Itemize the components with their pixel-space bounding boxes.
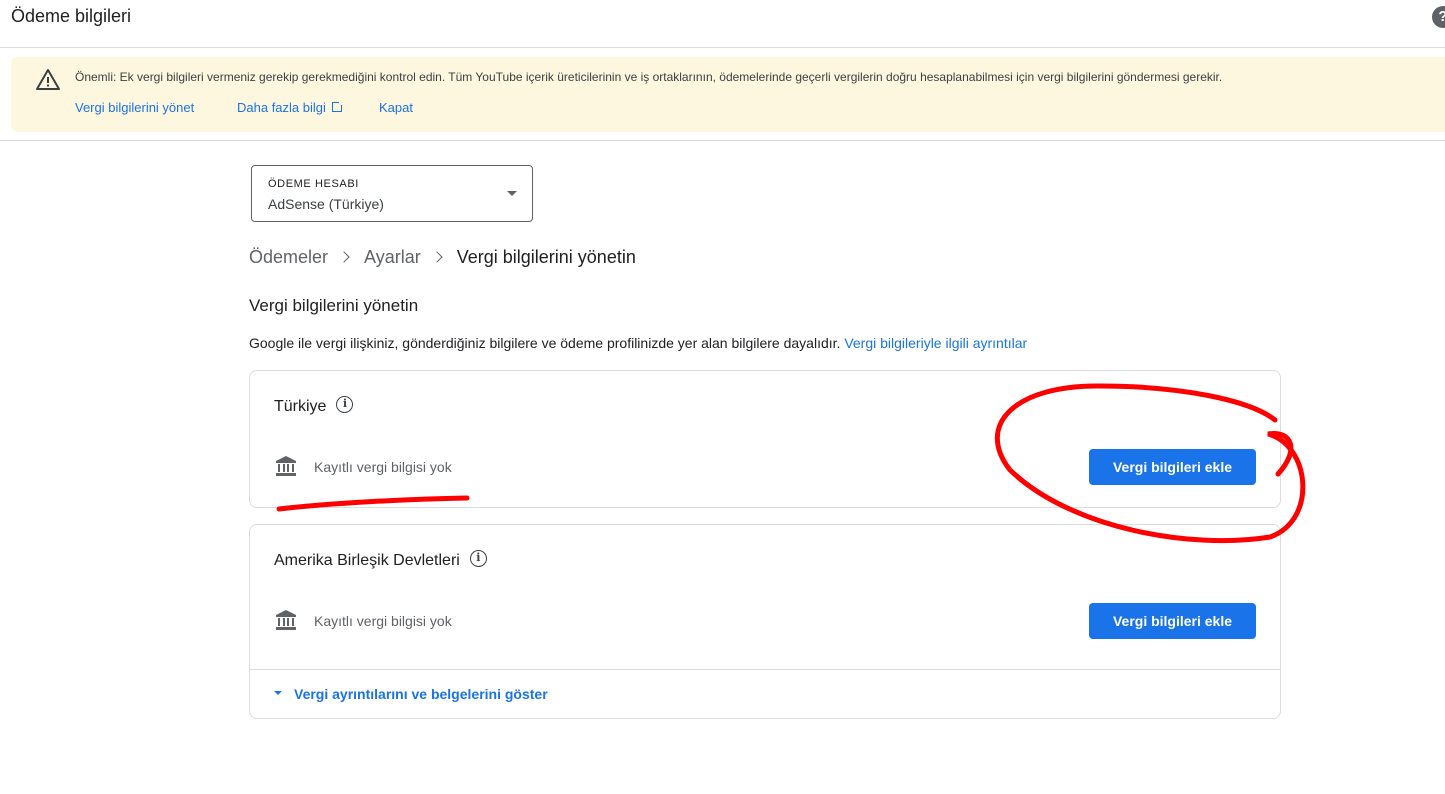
learn-more-link[interactable]: Daha fazla bilgi bbox=[237, 100, 344, 115]
account-value: AdSense (Türkiye) bbox=[268, 196, 384, 212]
tax-status: Kayıtlı vergi bilgisi yok bbox=[314, 613, 452, 629]
tax-status: Kayıtlı vergi bilgisi yok bbox=[314, 459, 452, 475]
show-tax-details-link[interactable]: Vergi ayrıntılarını ve belgelerini göste… bbox=[274, 686, 548, 702]
add-tax-info-button[interactable]: Vergi bilgileri ekle bbox=[1089, 449, 1256, 485]
breadcrumb-settings[interactable]: Ayarlar bbox=[364, 247, 421, 267]
external-link-icon bbox=[331, 100, 344, 112]
page-title: Ödeme bilgileri bbox=[11, 6, 132, 26]
account-label: ÖDEME HESABI bbox=[268, 178, 359, 190]
card-divider bbox=[250, 669, 1280, 670]
payment-account-select[interactable]: ÖDEME HESABI AdSense (Türkiye) bbox=[251, 165, 533, 222]
chevron-right-icon bbox=[338, 251, 350, 263]
bank-icon bbox=[276, 610, 296, 630]
add-tax-info-button[interactable]: Vergi bilgileri ekle bbox=[1089, 603, 1256, 639]
info-icon[interactable]: i bbox=[469, 550, 487, 568]
section-title: Vergi bilgilerini yönetin bbox=[249, 296, 419, 315]
info-icon[interactable]: i bbox=[336, 396, 354, 414]
chevron-down-icon bbox=[507, 191, 517, 196]
chevron-right-icon bbox=[431, 251, 443, 263]
section-description: Google ile vergi ilişkiniz, gönderdiğini… bbox=[249, 335, 1027, 351]
country-title: Türkiye i bbox=[274, 396, 354, 416]
bank-icon bbox=[276, 456, 296, 476]
country-name: Amerika Birleşik Devletleri bbox=[274, 552, 460, 569]
country-name: Türkiye bbox=[274, 398, 327, 415]
warning-icon bbox=[36, 69, 60, 90]
breadcrumb-payments[interactable]: Ödemeler bbox=[249, 247, 328, 267]
breadcrumb: Ödemeler Ayarlar Vergi bilgilerini yönetin bbox=[249, 247, 636, 268]
expand-label: Vergi ayrıntılarını ve belgelerini göste… bbox=[294, 686, 548, 702]
help-icon[interactable]: ? bbox=[1432, 6, 1445, 28]
country-title: Amerika Birleşik Devletleri i bbox=[274, 550, 487, 570]
tax-card-turkey: Türkiye i Kayıtlı vergi bilgisi yok Vergi… bbox=[249, 370, 1281, 508]
close-banner-link[interactable]: Kapat bbox=[379, 100, 413, 115]
warning-banner: Önemli: Ek vergi bilgileri vermeniz gere… bbox=[11, 57, 1445, 132]
breadcrumb-current: Vergi bilgilerini yönetin bbox=[456, 247, 636, 267]
tax-details-link[interactable]: Vergi bilgileriyle ilgili ayrıntılar bbox=[844, 335, 1027, 351]
learn-more-label: Daha fazla bilgi bbox=[237, 100, 326, 115]
manage-tax-link[interactable]: Vergi bilgilerini yönet bbox=[75, 100, 194, 115]
banner-message: Önemli: Ek vergi bilgileri vermeniz gere… bbox=[75, 70, 1223, 84]
description-text: Google ile vergi ilişkiniz, gönderdiğini… bbox=[249, 335, 841, 351]
tax-card-usa: Amerika Birleşik Devletleri i Kayıtlı ver… bbox=[249, 524, 1281, 719]
top-bar: Ödeme bilgileri ? bbox=[0, 0, 1445, 48]
caret-down-icon bbox=[274, 691, 282, 696]
divider bbox=[0, 140, 1445, 141]
